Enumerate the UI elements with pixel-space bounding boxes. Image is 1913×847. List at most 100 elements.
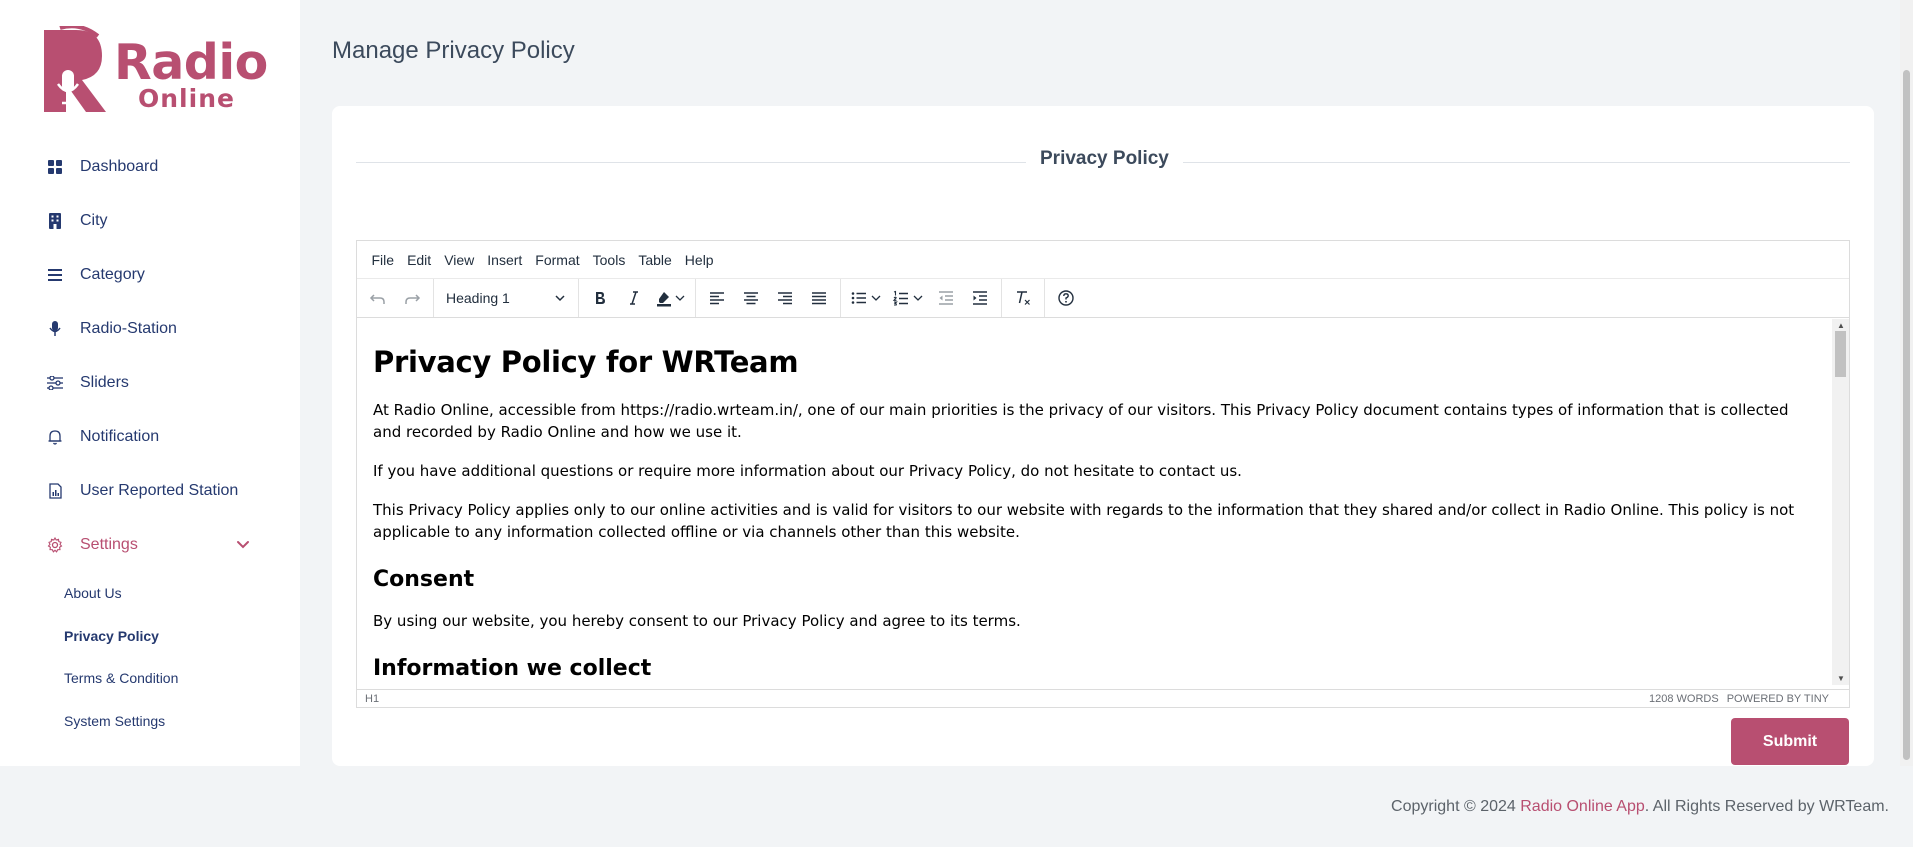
sliders-icon [46,374,64,392]
list-icon [46,266,64,284]
menu-tools[interactable]: Tools [586,252,632,268]
bold-button[interactable] [583,283,617,313]
indent-button[interactable] [963,283,997,313]
sidebar-item-label: Category [80,266,145,283]
submenu-item-privacy-policy[interactable]: Privacy Policy [0,615,300,658]
numbered-list-button[interactable] [887,283,929,313]
page-scroll-thumb[interactable] [1903,70,1910,760]
logo[interactable]: Radio Online [40,26,268,116]
settings-submenu: About Us Privacy Policy Terms & Conditio… [0,572,300,742]
microphone-icon [46,320,64,338]
scroll-up-icon[interactable]: ▲ [1837,321,1845,330]
sidebar-item-dashboard[interactable]: Dashboard [0,140,300,194]
scroll-down-icon[interactable]: ▼ [1837,674,1845,683]
submenu-item-terms-condition[interactable]: Terms & Condition [0,657,300,700]
building-icon [46,212,64,230]
content-paragraph: At Radio Online, accessible from https:/… [373,401,1789,441]
undo-button[interactable] [361,283,395,313]
editor-content[interactable]: Privacy Policy for WRTeam At Radio Onlin… [357,319,1833,685]
editor-menubar: File Edit View Insert Format Tools Table… [357,241,1849,279]
block-group: Heading 1 [434,279,579,317]
menu-file[interactable]: File [365,252,401,268]
chevron-down-icon [237,541,249,549]
outdent-icon [939,291,953,305]
block-format-select[interactable]: Heading 1 [438,283,574,313]
align-center-button[interactable] [734,283,768,313]
bullet-list-face [845,283,873,313]
content-paragraph: This Privacy Policy applies only to our … [373,501,1795,541]
submit-button[interactable]: Submit [1731,718,1849,765]
submenu-item-about-us[interactable]: About Us [0,572,300,615]
help-button[interactable] [1049,283,1083,313]
align-center-icon [744,292,758,305]
sidebar-menu: Dashboard City Category Radio-Station Sl… [0,140,300,742]
chevron-down-icon [913,295,923,301]
help-group [1045,279,1087,317]
outdent-button[interactable] [929,283,963,313]
sidebar-item-label: Settings [80,536,138,553]
highlighter-icon [657,292,671,307]
word-count[interactable]: 1208 WORDS [1649,693,1719,705]
sidebar-item-settings[interactable]: Settings [0,518,300,572]
content-subheading: Consent [373,567,475,592]
sidebar-item-city[interactable]: City [0,194,300,248]
undo-icon [369,294,385,304]
sidebar: Radio Online Dashboard City Category Rad… [0,0,300,766]
report-icon [46,482,64,500]
help-icon [1058,290,1074,306]
align-group [696,279,841,317]
menu-edit[interactable]: Edit [401,252,438,268]
clear-formatting-icon [1017,291,1030,305]
chevron-down-icon [675,295,685,301]
numbered-list-face [887,283,915,313]
align-justify-button[interactable] [802,283,836,313]
block-format-value: Heading 1 [446,290,510,306]
editor-scrollbar[interactable]: ▲ ▼ [1832,319,1849,685]
sidebar-item-label: Dashboard [80,158,159,175]
list-group [841,279,1002,317]
indent-icon [973,291,987,305]
menu-table[interactable]: Table [632,252,678,268]
italic-button[interactable] [617,283,651,313]
redo-button[interactable] [395,283,429,313]
editor-toolbar: Heading 1 [357,279,1849,318]
highlight-color-button[interactable] [651,283,691,313]
sidebar-item-label: User Reported Station [80,482,239,499]
sidebar-item-category[interactable]: Category [0,248,300,302]
content-paragraph: If you have additional questions or requ… [373,462,1242,480]
menu-insert[interactable]: Insert [481,252,529,268]
align-right-button[interactable] [768,283,802,313]
chevron-down-icon [555,295,565,302]
grid-icon [46,158,64,176]
sidebar-item-radio-station[interactable]: Radio-Station [0,302,300,356]
sidebar-item-user-reported-station[interactable]: User Reported Station [0,464,300,518]
align-left-button[interactable] [700,283,734,313]
element-path[interactable]: H1 [365,693,379,705]
menu-view[interactable]: View [438,252,481,268]
align-right-icon [778,292,792,305]
sidebar-item-label: Notification [80,428,160,445]
content-heading: Privacy Policy for WRTeam [373,345,799,379]
page-scrollbar[interactable] [1900,0,1913,766]
sidebar-item-notification[interactable]: Notification [0,410,300,464]
scroll-thumb[interactable] [1835,331,1846,377]
card-heading: Privacy Policy [1026,148,1183,170]
sidebar-item-sliders[interactable]: Sliders [0,356,300,410]
footer: Copyright © 2024 Radio Online App. All R… [1391,798,1889,816]
sidebar-item-label: Sliders [80,374,129,391]
content-paragraph: By using our website, you hereby consent… [373,612,1021,630]
highlight-button-face [651,283,677,313]
bullet-list-button[interactable] [845,283,887,313]
powered-by[interactable]: POWERED BY TINY [1727,693,1829,705]
privacy-policy-card: Privacy Policy File Edit View Insert For… [332,106,1874,766]
footer-prefix: Copyright © 2024 [1391,798,1521,815]
menu-help[interactable]: Help [678,252,720,268]
editor-statusbar: H1 1208 WORDS POWERED BY TINY [357,689,1849,707]
menu-format[interactable]: Format [529,252,586,268]
align-justify-icon [812,292,826,305]
clear-formatting-button[interactable] [1006,283,1040,313]
submenu-item-system-settings[interactable]: System Settings [0,700,300,743]
redo-icon [405,294,421,304]
logo-text-online: Online [138,84,235,113]
footer-brand-link[interactable]: Radio Online App [1520,798,1645,815]
